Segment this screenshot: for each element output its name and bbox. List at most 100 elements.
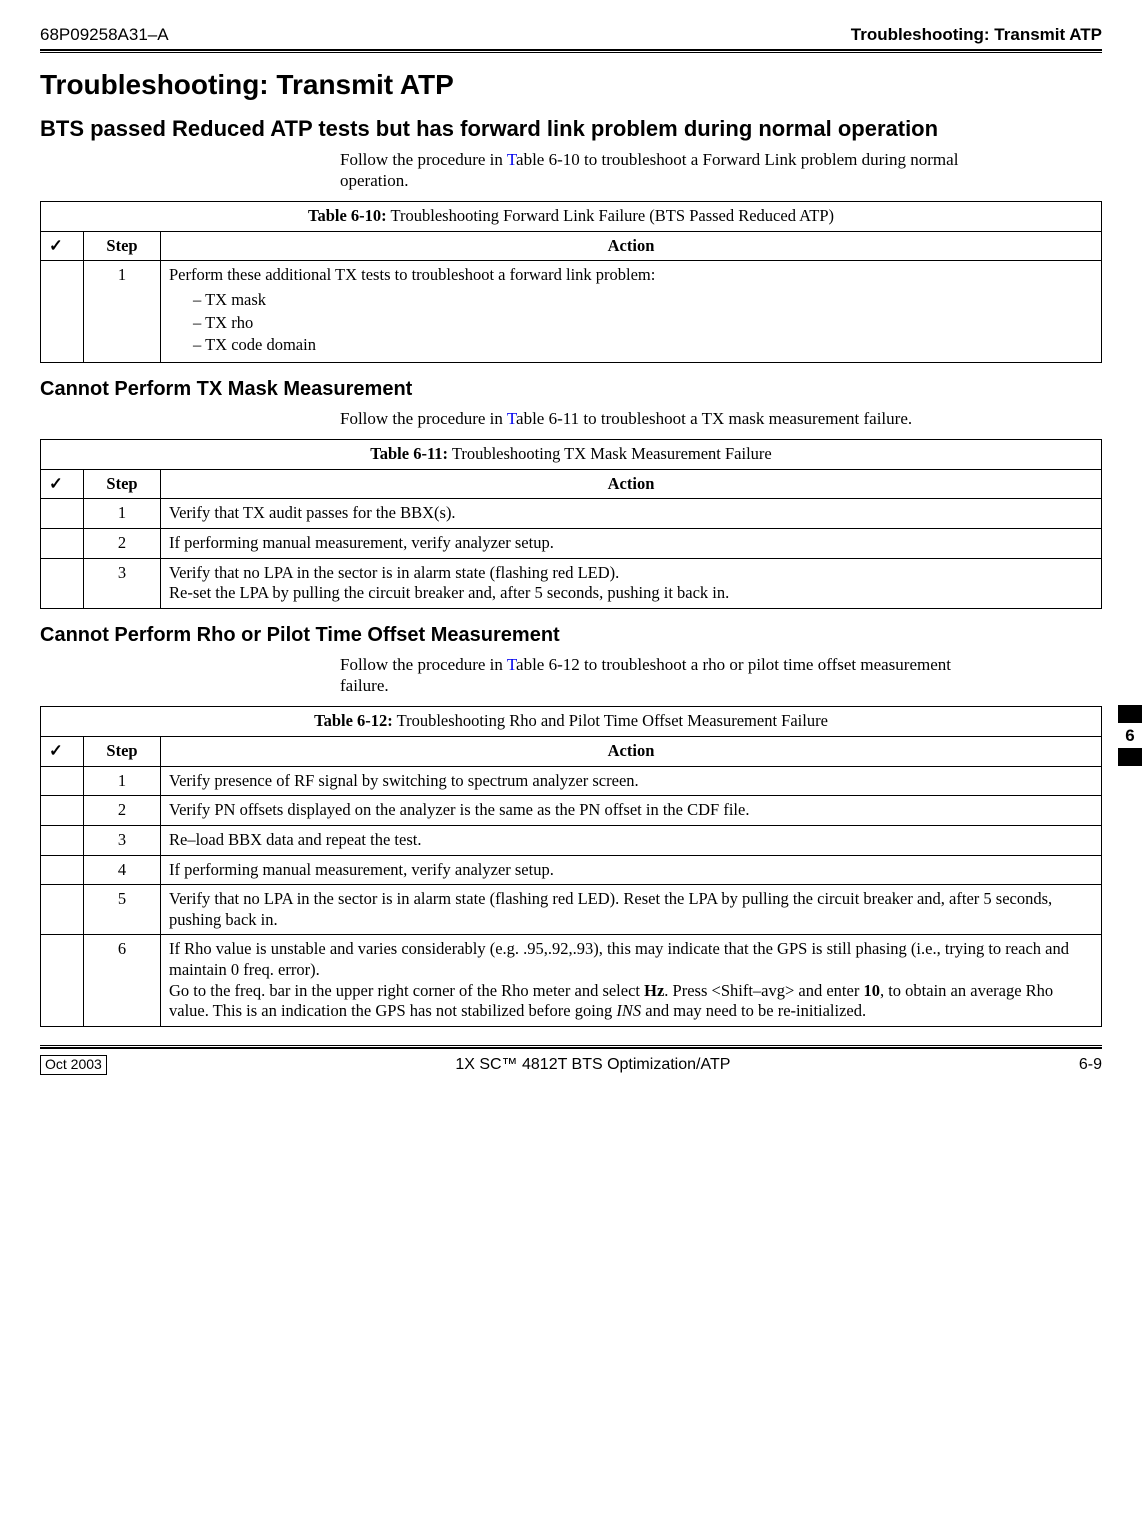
bold-ten: 10 bbox=[863, 981, 880, 1000]
list-item: TX rho bbox=[193, 313, 1093, 334]
chapter-tab: 6 bbox=[1118, 705, 1142, 766]
para-text: Follow the procedure in bbox=[340, 150, 507, 169]
table-header-row: ✓ Step Action bbox=[41, 737, 1102, 767]
table-row: 4 If performing manual measurement, veri… bbox=[41, 855, 1102, 885]
table-6-11: Table 6-11: Troubleshooting TX Mask Meas… bbox=[40, 439, 1102, 609]
table-header-row: ✓ Step Action bbox=[41, 231, 1102, 261]
action-cell: Verify that no LPA in the sector is in a… bbox=[161, 885, 1102, 935]
tab-block-top bbox=[1118, 705, 1142, 723]
para-text: able 6-11 to troubleshoot a TX mask meas… bbox=[516, 409, 912, 428]
table-caption-row: Table 6-10: Troubleshooting Forward Link… bbox=[41, 202, 1102, 232]
section-heading-tx-mask: Cannot Perform TX Mask Measurement bbox=[40, 377, 1102, 402]
table-6-10: Table 6-10: Troubleshooting Forward Link… bbox=[40, 201, 1102, 363]
table-row: 1 Verify that TX audit passes for the BB… bbox=[41, 499, 1102, 529]
table-caption-label: Table 6-12: bbox=[314, 711, 393, 730]
list-item: TX code domain bbox=[193, 335, 1093, 356]
list-item: TX mask bbox=[193, 290, 1093, 311]
bold-hz: Hz bbox=[644, 981, 664, 1000]
action-text: Go to the freq. bar in the upper right c… bbox=[169, 981, 644, 1000]
step-cell: 1 bbox=[84, 766, 161, 796]
table-caption-text: Troubleshooting Forward Link Failure (BT… bbox=[387, 206, 834, 225]
table-caption-text: Troubleshooting Rho and Pilot Time Offse… bbox=[393, 711, 828, 730]
action-header: Action bbox=[161, 469, 1102, 499]
step-cell: 3 bbox=[84, 825, 161, 855]
check-cell bbox=[41, 766, 84, 796]
action-cell: Verify that no LPA in the sector is in a… bbox=[161, 558, 1102, 608]
action-header: Action bbox=[161, 231, 1102, 261]
check-header: ✓ bbox=[41, 737, 84, 767]
table-caption-label: Table 6-11: bbox=[370, 444, 448, 463]
check-header: ✓ bbox=[41, 231, 84, 261]
para-text: Follow the procedure in bbox=[340, 655, 507, 674]
check-cell bbox=[41, 935, 84, 1027]
step-cell: 1 bbox=[84, 499, 161, 529]
step-cell: 3 bbox=[84, 558, 161, 608]
section-heading-bts-passed: BTS passed Reduced ATP tests but has for… bbox=[40, 116, 1102, 142]
page-header: 68P09258A31–A Troubleshooting: Transmit … bbox=[40, 24, 1102, 47]
check-cell bbox=[41, 261, 84, 363]
table-caption-row: Table 6-12: Troubleshooting Rho and Pilo… bbox=[41, 707, 1102, 737]
italic-ins: INS bbox=[616, 1001, 641, 1020]
table-caption-label: Table 6-10: bbox=[308, 206, 387, 225]
tx-test-list: TX mask TX rho TX code domain bbox=[169, 290, 1093, 356]
table-6-12-link[interactable]: T bbox=[507, 655, 516, 674]
chapter-number: 6 bbox=[1118, 723, 1142, 748]
section-heading-rho-pto: Cannot Perform Rho or Pilot Time Offset … bbox=[40, 623, 1102, 648]
table-6-10-link[interactable]: T bbox=[507, 150, 516, 169]
step-header: Step bbox=[84, 737, 161, 767]
footer-rule-inner bbox=[40, 1045, 1102, 1046]
step-cell: 4 bbox=[84, 855, 161, 885]
action-cell: Verify PN offsets displayed on the analy… bbox=[161, 796, 1102, 826]
table-6-11-link[interactable]: T bbox=[507, 409, 516, 428]
header-rule-inner bbox=[40, 52, 1102, 53]
check-cell bbox=[41, 885, 84, 935]
table-row: 2 If performing manual measurement, veri… bbox=[41, 529, 1102, 559]
action-cell: Verify that TX audit passes for the BBX(… bbox=[161, 499, 1102, 529]
check-cell bbox=[41, 529, 84, 559]
step-cell: 2 bbox=[84, 529, 161, 559]
check-cell bbox=[41, 825, 84, 855]
table-row: 2 Verify PN offsets displayed on the ana… bbox=[41, 796, 1102, 826]
check-cell bbox=[41, 855, 84, 885]
step-cell: 2 bbox=[84, 796, 161, 826]
table-row: 3 Re–load BBX data and repeat the test. bbox=[41, 825, 1102, 855]
step-cell: 6 bbox=[84, 935, 161, 1027]
table-caption: Table 6-11: Troubleshooting TX Mask Meas… bbox=[41, 440, 1102, 470]
action-cell: If Rho value is unstable and varies cons… bbox=[161, 935, 1102, 1027]
check-cell bbox=[41, 796, 84, 826]
table-row: 6 If Rho value is unstable and varies co… bbox=[41, 935, 1102, 1027]
action-cell: Perform these additional TX tests to tro… bbox=[161, 261, 1102, 363]
doc-id: 68P09258A31–A bbox=[40, 24, 169, 45]
step-cell: 1 bbox=[84, 261, 161, 363]
action-cell: If performing manual measurement, verify… bbox=[161, 855, 1102, 885]
footer-page-number: 6-9 bbox=[1079, 1055, 1102, 1075]
table-header-row: ✓ Step Action bbox=[41, 469, 1102, 499]
table-row: 1 Verify presence of RF signal by switch… bbox=[41, 766, 1102, 796]
table-row: 5 Verify that no LPA in the sector is in… bbox=[41, 885, 1102, 935]
table-caption: Table 6-12: Troubleshooting Rho and Pilo… bbox=[41, 707, 1102, 737]
page-footer: Oct 2003 1X SC™ 4812T BTS Optimization/A… bbox=[40, 1049, 1102, 1075]
action-text: and may need to be re-initialized. bbox=[641, 1001, 866, 1020]
table-row: 3 Verify that no LPA in the sector is in… bbox=[41, 558, 1102, 608]
tab-block-bottom bbox=[1118, 748, 1142, 766]
step-header: Step bbox=[84, 469, 161, 499]
table-caption: Table 6-10: Troubleshooting Forward Link… bbox=[41, 202, 1102, 232]
table-row: 1 Perform these additional TX tests to t… bbox=[41, 261, 1102, 363]
action-cell: If performing manual measurement, verify… bbox=[161, 529, 1102, 559]
action-text: If Rho value is unstable and varies cons… bbox=[169, 939, 1069, 979]
action-header: Action bbox=[161, 737, 1102, 767]
intro-para-2: Follow the procedure in Table 6-11 to tr… bbox=[340, 408, 980, 429]
action-text: Perform these additional TX tests to tro… bbox=[169, 265, 655, 284]
page-title: Troubleshooting: Transmit ATP bbox=[40, 67, 1102, 102]
table-caption-text: Troubleshooting TX Mask Measurement Fail… bbox=[448, 444, 772, 463]
para-text: Follow the procedure in bbox=[340, 409, 507, 428]
intro-para-3: Follow the procedure in Table 6-12 to tr… bbox=[340, 654, 980, 697]
action-text: . Press <Shift–avg> and enter bbox=[664, 981, 863, 1000]
table-caption-row: Table 6-11: Troubleshooting TX Mask Meas… bbox=[41, 440, 1102, 470]
footer-title: 1X SC™ 4812T BTS Optimization/ATP bbox=[455, 1055, 730, 1075]
check-cell bbox=[41, 499, 84, 529]
step-header: Step bbox=[84, 231, 161, 261]
action-cell: Verify presence of RF signal by switchin… bbox=[161, 766, 1102, 796]
check-cell bbox=[41, 558, 84, 608]
footer-date: Oct 2003 bbox=[40, 1055, 107, 1075]
